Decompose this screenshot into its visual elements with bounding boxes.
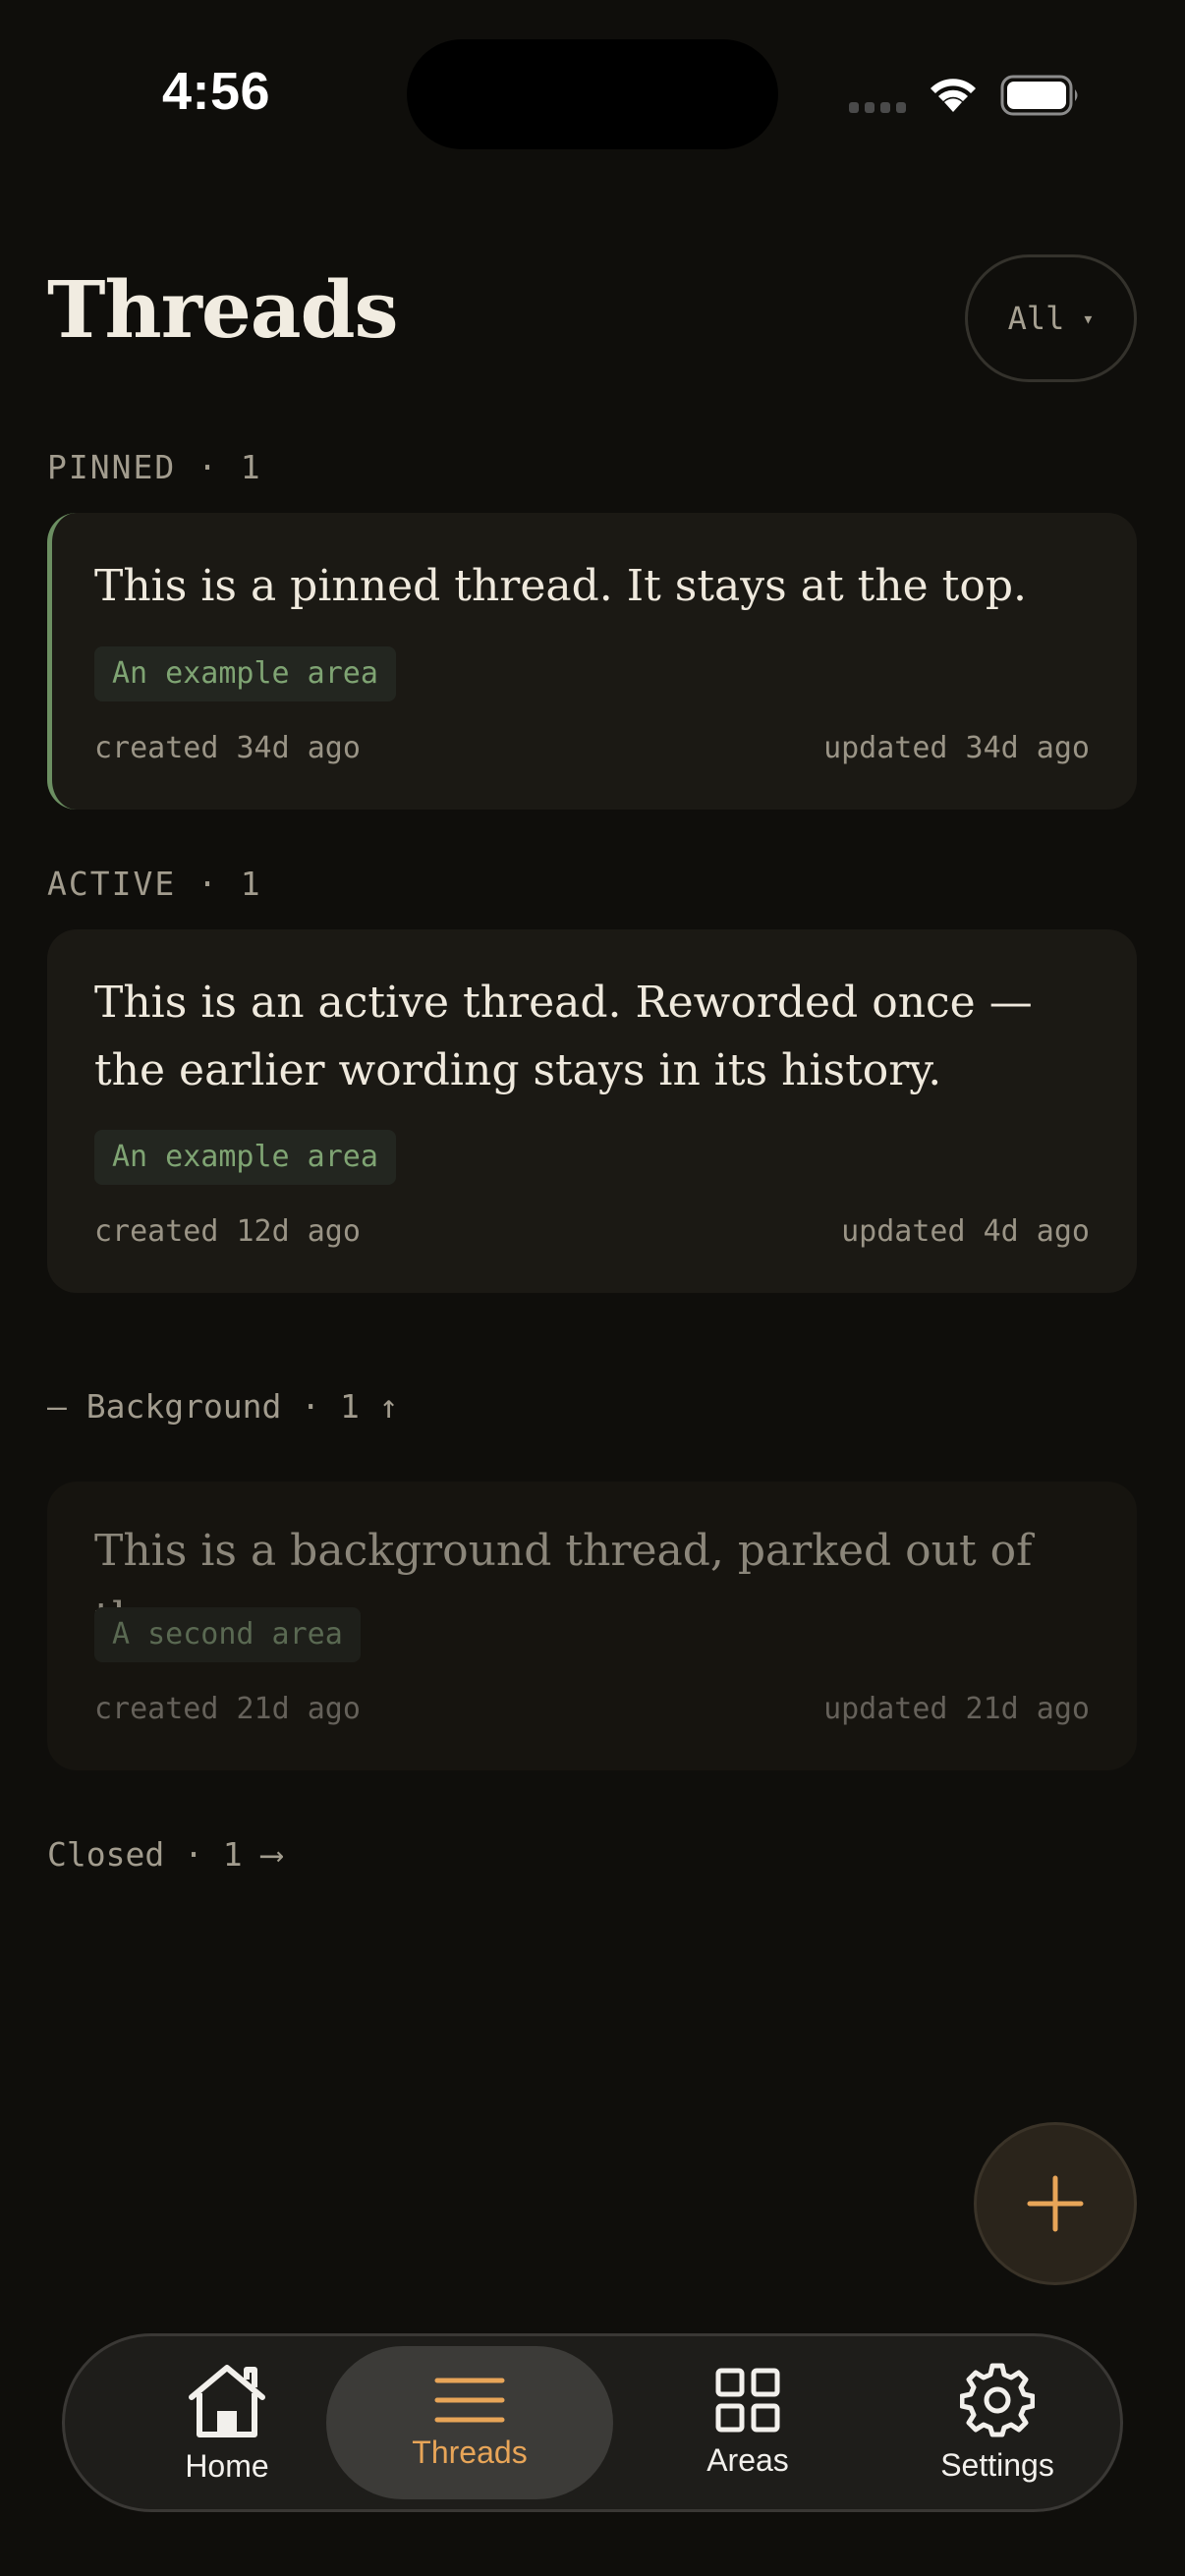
thread-created: created 34d ago (94, 731, 361, 765)
area-tag[interactable]: An example area (94, 646, 396, 701)
thread-updated: updated 21d ago (823, 1692, 1090, 1726)
cellular-signal-icon (849, 102, 908, 116)
thread-created: created 12d ago (94, 1214, 361, 1249)
filter-dropdown-button[interactable]: All ▾ (965, 254, 1137, 382)
tab-threads[interactable]: Threads (326, 2346, 613, 2499)
tab-label: Threads (412, 2434, 528, 2470)
section-label-pinned: PINNED · 1 (47, 448, 262, 486)
tab-settings[interactable]: Settings (882, 2346, 1112, 2499)
section-label-active: ACTIVE · 1 (47, 865, 262, 903)
home-icon (189, 2364, 265, 2437)
gear-icon (960, 2363, 1035, 2436)
thread-card-active[interactable]: This is an active thread. Reworded once … (47, 929, 1137, 1293)
tab-bar: Home Threads Areas Settings (62, 2333, 1123, 2512)
thread-updated: updated 34d ago (823, 731, 1090, 765)
plus-icon (1027, 2175, 1084, 2232)
thread-title: This is a pinned thread. It stays at the… (94, 561, 1027, 611)
thread-title-line: This is an active thread. Reworded once … (94, 978, 1033, 1028)
closed-group-toggle[interactable]: Closed · 1 ⟶ (47, 1835, 281, 1874)
thread-card-background[interactable]: This is a background thread, parked out … (47, 1482, 1137, 1770)
new-thread-button[interactable] (974, 2122, 1137, 2285)
background-group-toggle[interactable]: – Background · 1 ↑ (47, 1387, 399, 1426)
grid-icon (715, 2368, 780, 2432)
area-tag[interactable]: A second area (94, 1607, 361, 1662)
tab-areas[interactable]: Areas (645, 2346, 851, 2499)
chevron-down-icon: ▾ (1082, 307, 1095, 330)
tab-home[interactable]: Home (124, 2346, 330, 2499)
dynamic-island (407, 39, 778, 149)
thread-created: created 21d ago (94, 1692, 361, 1726)
filter-label: All (1007, 300, 1065, 337)
tab-label: Settings (940, 2446, 1054, 2483)
tab-label: Areas (706, 2441, 789, 2478)
page-title: Threads (47, 263, 399, 356)
threads-icon (434, 2378, 505, 2422)
area-tag[interactable]: An example area (94, 1130, 396, 1185)
thread-updated: updated 4d ago (841, 1214, 1090, 1249)
wifi-icon (926, 73, 981, 118)
tab-label: Home (185, 2447, 269, 2484)
battery-icon (1000, 75, 1081, 120)
thread-title: This is an active thread. Reworded once … (94, 969, 1090, 1104)
thread-card-pinned[interactable]: This is a pinned thread. It stays at the… (47, 513, 1137, 810)
thread-title-line: the earlier wording stays in its history… (94, 1045, 942, 1095)
status-time: 4:56 (162, 62, 271, 121)
